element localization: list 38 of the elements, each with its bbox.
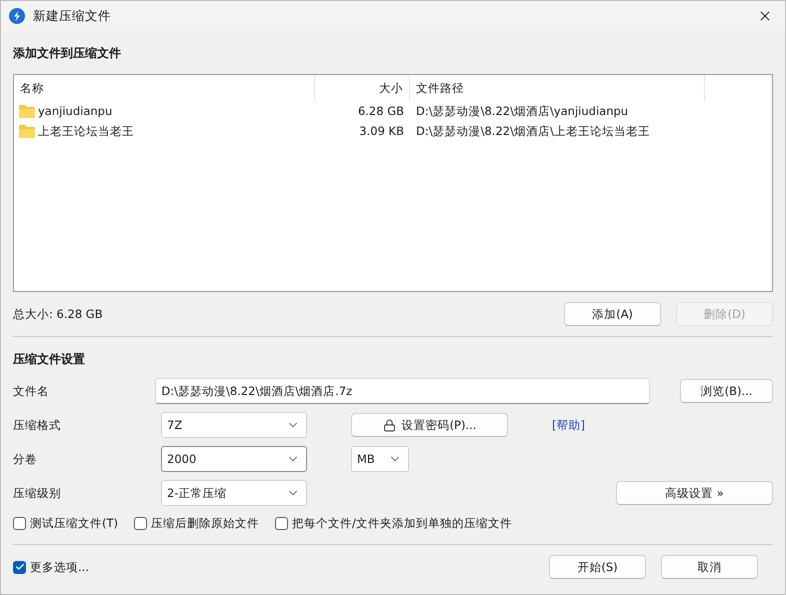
start-button[interactable]: 开始(S) <box>549 555 646 579</box>
check-icon <box>14 562 24 572</box>
folder-icon <box>19 104 35 118</box>
file-path: D:\瑟瑟动漫\8.22\烟酒店\yanjiudianpu <box>416 104 628 118</box>
section-heading: 添加文件到压缩文件 <box>13 45 122 62</box>
file-name[interactable]: yanjiudianpu <box>38 104 112 118</box>
checkbox[interactable]: 把每个文件/文件夹添加到单独的压缩文件 <box>275 516 512 531</box>
add-button[interactable]: 添加(A) <box>564 302 661 326</box>
filename-field[interactable]: D:\瑟瑟动漫\8.22\烟酒店\烟酒店.7z <box>155 378 650 404</box>
browse-button[interactable]: 浏览(B)... <box>680 379 774 403</box>
checkbox[interactable]: 更多选项... <box>13 560 89 574</box>
column-header[interactable]: 名称 <box>14 75 315 101</box>
password-button[interactable]: 设置密码(P)... <box>351 413 508 437</box>
file-size: 3.09 KB <box>359 124 404 138</box>
section-heading: 压缩文件设置 <box>13 351 86 368</box>
field-label: 压缩格式 <box>13 418 62 432</box>
column-header[interactable]: 文件路径 <box>410 75 705 101</box>
folder-icon <box>19 124 35 138</box>
checkbox[interactable]: 压缩后删除原始文件 <box>134 516 259 531</box>
checkbox[interactable]: 测试压缩文件(T) <box>13 516 118 531</box>
app-logo-icon <box>9 8 25 24</box>
volume-combo[interactable]: 2000 <box>161 446 307 472</box>
window-title: 新建压缩文件 <box>33 8 112 24</box>
unit-select[interactable]: MB <box>351 446 409 472</box>
column-header[interactable]: 大小 <box>315 75 410 101</box>
field-label: 文件名 <box>13 384 50 398</box>
field-label: 分卷 <box>13 452 38 466</box>
help-link[interactable]: [帮助] <box>552 418 585 432</box>
cancel-button[interactable]: 取消 <box>661 555 758 579</box>
file-path: D:\瑟瑟动漫\8.22\烟酒店\上老王论坛当老王 <box>416 124 650 138</box>
advanced-button[interactable]: 高级设置 » <box>616 481 773 505</box>
field-label: 压缩级别 <box>13 486 62 500</box>
file-size: 6.28 GB <box>358 104 404 118</box>
level-select[interactable]: 2-正常压缩 <box>161 480 307 506</box>
file-name[interactable]: 上老王论坛当老王 <box>38 124 134 138</box>
lock-icon <box>382 418 396 432</box>
format-select[interactable]: 7Z <box>161 412 307 438</box>
total-size: 总大小: 6.28 GB <box>13 306 103 322</box>
